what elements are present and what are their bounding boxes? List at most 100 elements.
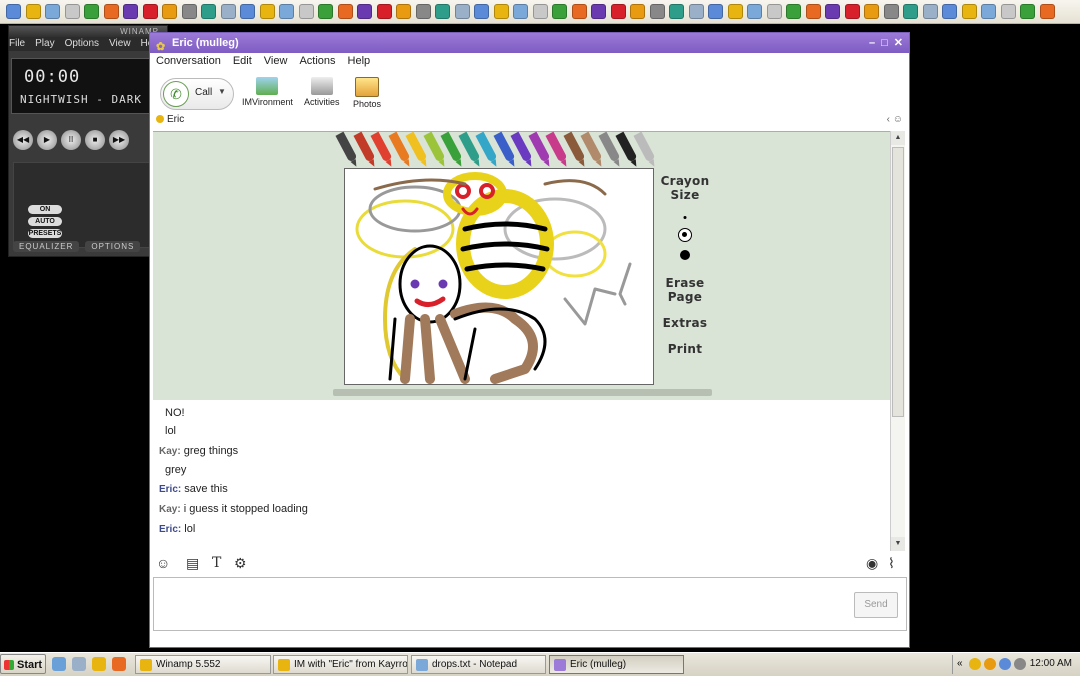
start-button[interactable]: Start bbox=[0, 654, 46, 674]
quick-launch-icon[interactable] bbox=[142, 4, 158, 19]
messenger-window[interactable]: ✿ Eric (mulleg) – □ ✕ Conversation Edit … bbox=[149, 32, 910, 648]
message-input[interactable]: Send bbox=[153, 577, 907, 631]
quick-launch-icon[interactable] bbox=[376, 4, 392, 19]
desktop-icon[interactable] bbox=[72, 657, 86, 671]
scroll-down-arrow[interactable]: ▼ bbox=[891, 537, 905, 551]
task-eric-conversation[interactable]: Eric (mulleg) bbox=[549, 655, 684, 674]
audible-icon[interactable]: ▤ bbox=[186, 555, 199, 572]
size-large-option[interactable] bbox=[680, 250, 690, 260]
quick-launch-icon[interactable] bbox=[45, 4, 60, 19]
messenger-tray-icon[interactable] bbox=[969, 658, 981, 670]
quick-launch-icon[interactable] bbox=[298, 4, 314, 19]
quick-launch-icon[interactable] bbox=[669, 4, 684, 19]
maximize-button[interactable]: □ bbox=[881, 33, 888, 53]
buddy-panel-toggle-icon[interactable]: ‹ ☺ bbox=[887, 114, 903, 125]
quick-launch-icon[interactable] bbox=[396, 4, 411, 19]
quick-launch-icon[interactable] bbox=[883, 4, 899, 19]
quick-launch-icon[interactable] bbox=[454, 4, 470, 19]
quick-launch-icon[interactable] bbox=[162, 4, 177, 19]
quick-launch-icon[interactable] bbox=[357, 4, 372, 19]
menu-conversation[interactable]: Conversation bbox=[156, 55, 221, 67]
minimize-button[interactable]: – bbox=[869, 33, 875, 53]
quick-launch-icon[interactable] bbox=[610, 4, 626, 19]
eq-presets-button[interactable]: PRESETS bbox=[28, 229, 62, 238]
winamp-titlebar[interactable]: WINAMP bbox=[9, 26, 167, 37]
quick-launch-icon[interactable] bbox=[1020, 4, 1035, 19]
play-button[interactable]: ▶ bbox=[37, 130, 57, 150]
quick-launch-icon[interactable] bbox=[844, 4, 860, 19]
quick-launch-icon[interactable] bbox=[201, 4, 216, 19]
quick-launch-icon[interactable] bbox=[688, 4, 704, 19]
transcript-scrollbar[interactable]: ▲ ▼ bbox=[890, 131, 905, 551]
close-button[interactable]: ✕ bbox=[894, 33, 903, 53]
winamp-menu-file[interactable]: File bbox=[9, 37, 25, 51]
quick-launch-icon[interactable] bbox=[864, 4, 879, 19]
winamp-window[interactable]: WINAMP File Play Options View He 00:00 N… bbox=[8, 25, 169, 257]
settings-icon[interactable]: ⚙ bbox=[234, 555, 247, 572]
winamp-tray-icon[interactable] bbox=[984, 658, 996, 670]
size-small-option[interactable] bbox=[683, 216, 687, 219]
imvironment-button[interactable]: IMVironment bbox=[242, 77, 293, 107]
task-im[interactable]: IM with "Eric" from Kayrrot bbox=[273, 655, 408, 674]
volume-tray-icon[interactable] bbox=[1014, 658, 1026, 670]
scroll-up-arrow[interactable]: ▲ bbox=[891, 131, 905, 145]
menu-actions[interactable]: Actions bbox=[299, 55, 335, 67]
quick-launch-icon[interactable] bbox=[747, 4, 762, 19]
scroll-thumb[interactable] bbox=[892, 147, 904, 417]
quick-launch-icon[interactable] bbox=[25, 4, 41, 19]
quick-launch-icon[interactable] bbox=[961, 4, 977, 19]
photos-button[interactable]: Photos bbox=[353, 77, 381, 109]
tab-options[interactable]: OPTIONS bbox=[85, 241, 141, 252]
winamp-menu-options[interactable]: Options bbox=[65, 37, 99, 51]
quick-launch-icon[interactable] bbox=[318, 4, 333, 19]
quick-launch-icon[interactable] bbox=[279, 4, 294, 19]
pause-button[interactable]: II bbox=[61, 130, 81, 150]
quick-launch-icon[interactable] bbox=[942, 4, 957, 19]
quick-launch-icon[interactable] bbox=[103, 4, 119, 19]
print-button[interactable]: Print bbox=[658, 342, 712, 356]
emoticon-icon[interactable]: ☺ bbox=[156, 555, 170, 571]
quick-launch-icon[interactable] bbox=[6, 4, 21, 19]
firefox-icon[interactable] bbox=[112, 657, 126, 671]
winamp-icon[interactable] bbox=[92, 657, 106, 671]
quick-launch-icon[interactable] bbox=[513, 4, 528, 19]
quick-launch-icon[interactable] bbox=[181, 4, 197, 19]
quick-launch-icon[interactable] bbox=[708, 4, 723, 19]
quick-launch-icon[interactable] bbox=[532, 4, 548, 19]
task-notepad[interactable]: drops.txt - Notepad bbox=[411, 655, 546, 674]
menu-help[interactable]: Help bbox=[348, 55, 371, 67]
quick-launch-icon[interactable] bbox=[220, 4, 236, 19]
crayon-swatch[interactable] bbox=[632, 131, 657, 169]
quick-launch-icon[interactable] bbox=[649, 4, 665, 19]
quick-launch-icon[interactable] bbox=[1039, 4, 1055, 19]
chevron-down-icon[interactable]: ▼ bbox=[218, 87, 226, 96]
text-format-icon[interactable]: T bbox=[212, 555, 221, 571]
quick-launch-icon[interactable] bbox=[435, 4, 450, 19]
quick-launch-icon[interactable] bbox=[84, 4, 99, 19]
quick-launch-icon[interactable] bbox=[922, 4, 938, 19]
network-tray-icon[interactable] bbox=[999, 658, 1011, 670]
previous-button[interactable]: ◀◀ bbox=[13, 130, 33, 150]
erase-page-button[interactable]: Erase Page bbox=[658, 276, 712, 304]
quick-launch-icon[interactable] bbox=[825, 4, 840, 19]
quick-launch-icon[interactable] bbox=[64, 4, 80, 19]
quick-launch-icon[interactable] bbox=[630, 4, 645, 19]
send-button[interactable]: Send bbox=[854, 592, 898, 618]
quick-launch-icon[interactable] bbox=[337, 4, 353, 19]
quick-launch-icon[interactable] bbox=[571, 4, 587, 19]
quick-launch-icon[interactable] bbox=[1000, 4, 1016, 19]
eq-on-toggle[interactable]: ON bbox=[28, 205, 62, 214]
task-winamp[interactable]: Winamp 5.552 bbox=[135, 655, 271, 674]
tab-equalizer[interactable]: EQUALIZER bbox=[13, 241, 80, 252]
drawing-canvas[interactable] bbox=[344, 168, 654, 385]
size-medium-option[interactable] bbox=[678, 228, 692, 242]
quick-launch-icon[interactable] bbox=[552, 4, 567, 19]
winamp-menu-play[interactable]: Play bbox=[35, 37, 54, 51]
extras-button[interactable]: Extras bbox=[658, 316, 712, 330]
quick-launch-icon[interactable] bbox=[805, 4, 821, 19]
quick-launch-icon[interactable] bbox=[415, 4, 431, 19]
quick-launch-icon[interactable] bbox=[474, 4, 489, 19]
webcam-icon[interactable]: ◉ bbox=[866, 555, 878, 572]
quick-launch-icon[interactable] bbox=[786, 4, 801, 19]
stop-button[interactable]: ■ bbox=[85, 130, 105, 150]
